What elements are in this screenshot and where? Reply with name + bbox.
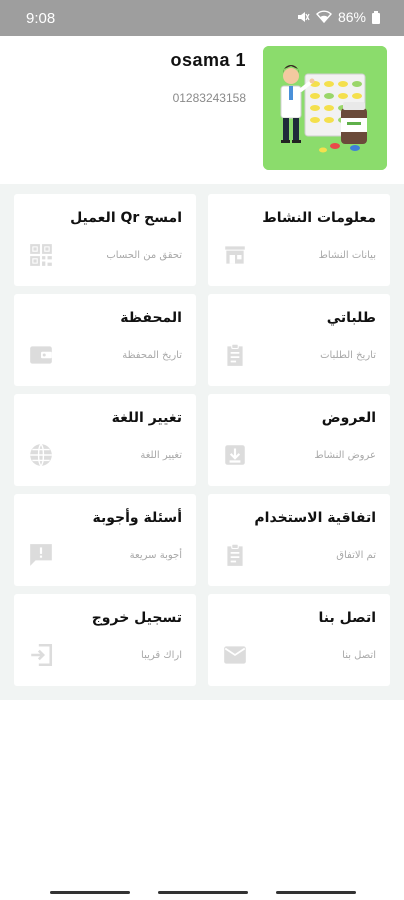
menu-card-my-orders[interactable]: طلباتي تاريخ الطلبات bbox=[208, 294, 390, 386]
avatar[interactable] bbox=[263, 46, 387, 170]
card-subtitle: عروض النشاط bbox=[314, 450, 376, 461]
card-title: اتفاقية الاستخدام bbox=[254, 510, 376, 526]
battery-icon bbox=[372, 10, 380, 24]
menu-card-wallet[interactable]: المحفظة تاريخ المحفظة bbox=[14, 294, 196, 386]
globe-icon bbox=[28, 442, 54, 468]
store-icon bbox=[222, 242, 248, 268]
card-title: تسجيل خروج bbox=[91, 610, 182, 626]
card-title: المحفظة bbox=[120, 310, 182, 326]
card-subtitle: تحقق من الحساب bbox=[106, 250, 182, 261]
clipboard-icon bbox=[222, 342, 248, 368]
mute-icon bbox=[296, 10, 310, 24]
card-title: معلومات النشاط bbox=[262, 210, 376, 226]
card-title: أسئلة وأجوبة bbox=[92, 510, 182, 526]
status-time: 9:08 bbox=[26, 10, 56, 27]
nav-recents-handle[interactable] bbox=[276, 891, 356, 894]
card-subtitle: تغيير اللغة bbox=[140, 450, 182, 461]
menu-card-terms[interactable]: اتفاقية الاستخدام تم الاتفاق bbox=[208, 494, 390, 586]
profile-header: osama 1 01283243158 bbox=[0, 36, 404, 184]
status-bar: 9:08 86% bbox=[0, 0, 404, 36]
menu-card-change-language[interactable]: تغيير اللغة تغيير اللغة bbox=[14, 394, 196, 486]
user-name: osama 1 bbox=[170, 50, 246, 70]
menu-card-logout[interactable]: تسجيل خروج اراك قريبا bbox=[14, 594, 196, 686]
mail-icon bbox=[222, 642, 248, 668]
pharmacist-illustration bbox=[263, 46, 387, 170]
card-subtitle: بيانات النشاط bbox=[318, 250, 376, 261]
feedback-icon bbox=[28, 542, 54, 568]
menu-grid: معلومات النشاط بيانات النشاط امسح Qr الع… bbox=[0, 184, 404, 700]
card-subtitle: تاريخ الطلبات bbox=[320, 350, 376, 361]
status-icons: 86% bbox=[296, 9, 380, 25]
menu-card-scan-qr[interactable]: امسح Qr العميل تحقق من الحساب bbox=[14, 194, 196, 286]
system-nav-bar bbox=[0, 884, 404, 900]
menu-card-faq[interactable]: أسئلة وأجوبة أجوبة سريعة bbox=[14, 494, 196, 586]
card-subtitle: اراك قريبا bbox=[141, 650, 182, 661]
menu-card-offers[interactable]: العروض عروض النشاط bbox=[208, 394, 390, 486]
card-subtitle: أجوبة سريعة bbox=[129, 550, 182, 561]
card-title: طلباتي bbox=[326, 310, 376, 326]
nav-back-handle[interactable] bbox=[50, 891, 130, 894]
logout-icon bbox=[28, 642, 54, 668]
card-subtitle: تم الاتفاق bbox=[336, 550, 376, 561]
card-title: تغيير اللغة bbox=[111, 410, 182, 426]
card-title: امسح Qr العميل bbox=[70, 210, 182, 226]
card-subtitle: تاريخ المحفظة bbox=[122, 350, 182, 361]
user-phone: 01283243158 bbox=[172, 91, 246, 105]
clipboard-check-icon bbox=[222, 542, 248, 568]
card-title: العروض bbox=[321, 410, 376, 426]
wallet-icon bbox=[28, 342, 54, 368]
battery-percent: 86% bbox=[337, 9, 366, 25]
offer-download-icon bbox=[222, 442, 248, 468]
menu-card-business-info[interactable]: معلومات النشاط بيانات النشاط bbox=[208, 194, 390, 286]
wifi-icon bbox=[316, 10, 332, 24]
qr-code-icon bbox=[28, 242, 54, 268]
nav-home-handle[interactable] bbox=[158, 891, 248, 894]
menu-card-contact-us[interactable]: اتصل بنا اتصل بنا bbox=[208, 594, 390, 686]
card-subtitle: اتصل بنا bbox=[342, 650, 376, 661]
card-title: اتصل بنا bbox=[318, 610, 376, 626]
